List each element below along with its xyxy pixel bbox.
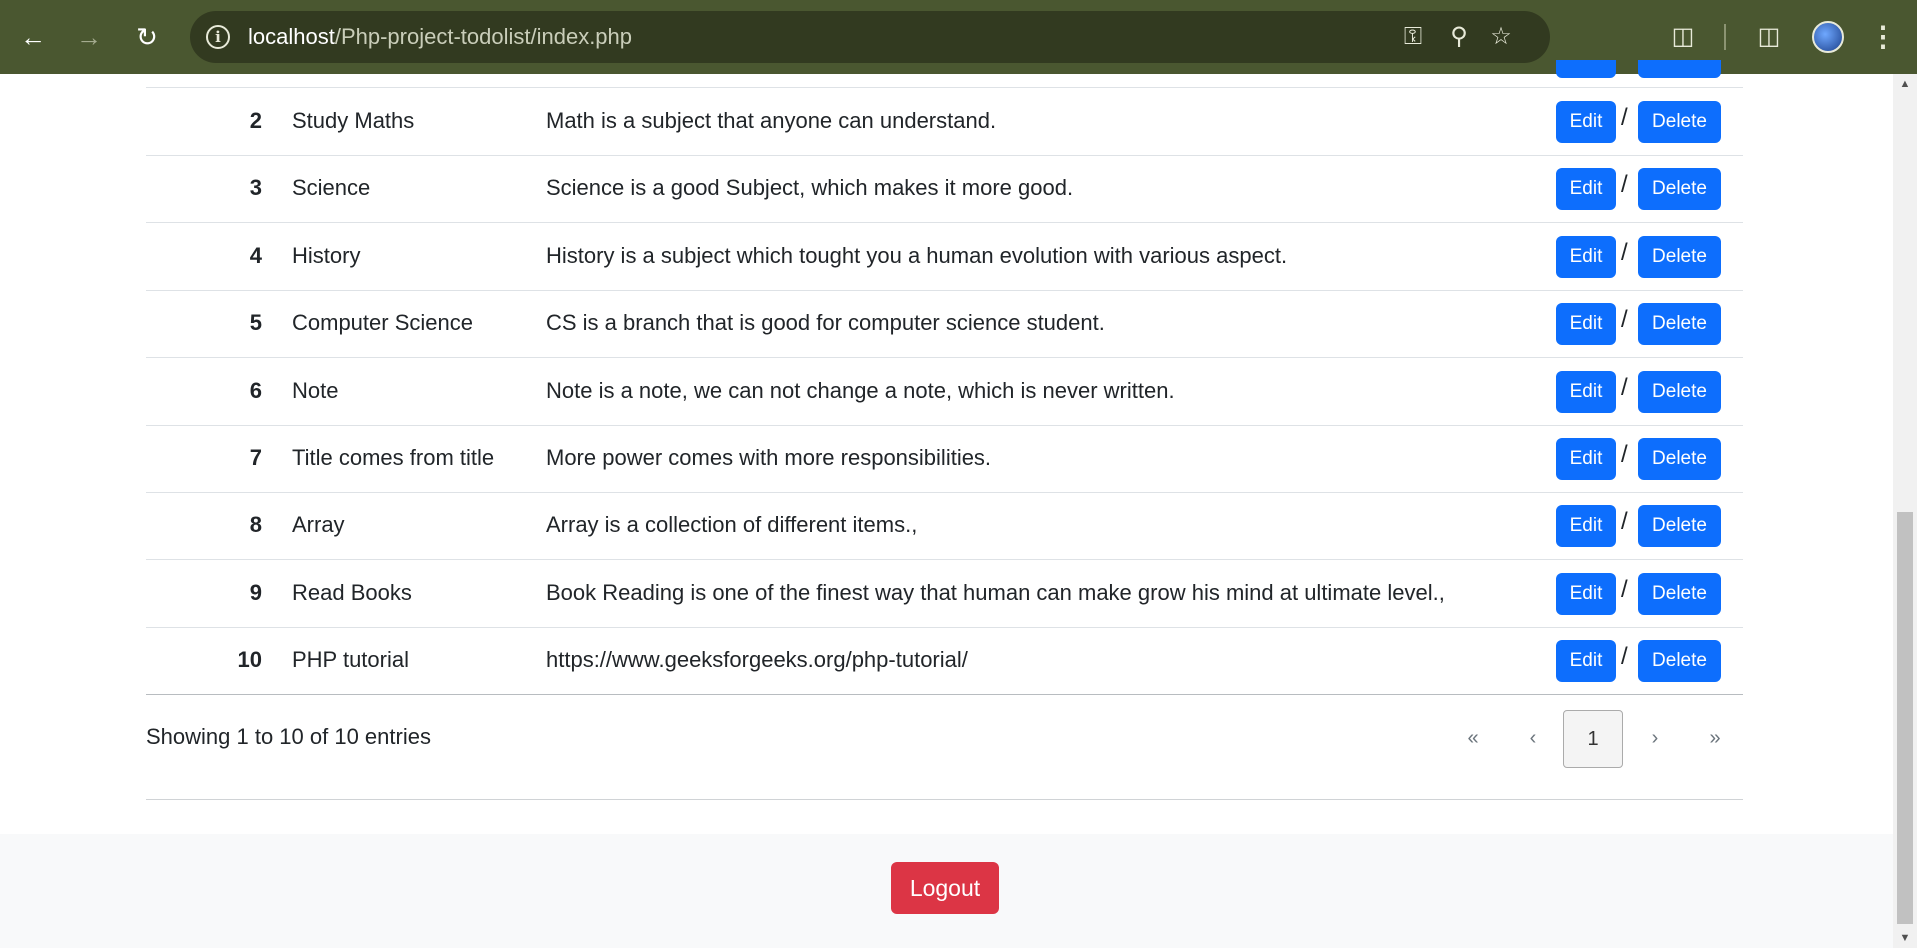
- url-text[interactable]: localhost/Php-project-todolist/index.php: [248, 24, 632, 50]
- row-title: Study Maths: [292, 108, 415, 133]
- pagination-next[interactable]: ›: [1632, 710, 1678, 768]
- row-number: 4: [249, 242, 262, 268]
- section-divider: [146, 799, 1743, 800]
- delete-button[interactable]: Delete: [1638, 168, 1721, 211]
- edit-button[interactable]: Edit: [1556, 168, 1616, 211]
- reload-icon[interactable]: ↻: [130, 18, 164, 56]
- edit-button[interactable]: Edit: [1556, 640, 1616, 683]
- table-row: 4 History History is a subject which tough…: [146, 224, 1743, 291]
- row-title: History: [292, 242, 361, 268]
- row-title: Read Books: [292, 579, 412, 605]
- action-separator: /: [1621, 441, 1628, 468]
- url-host: localhost: [248, 24, 335, 49]
- row-description: Book Reading is one of the finest way th…: [546, 579, 1445, 605]
- table-row: 6 Note Note is a note, we can not change a…: [146, 359, 1743, 426]
- table-row: 3 Science Science is a good Subject, which…: [146, 156, 1743, 224]
- address-bar[interactable]: i localhost/Php-project-todolist/index.p…: [190, 11, 1550, 63]
- scroll-down-arrow-icon[interactable]: ▼: [1893, 928, 1917, 948]
- star-icon[interactable]: ☆: [1486, 23, 1516, 51]
- delete-button[interactable]: Delete: [1638, 101, 1721, 143]
- row-number: 7: [249, 445, 262, 470]
- delete-button[interactable]: Delete: [1638, 505, 1721, 548]
- row-description: Note is a note, we can not change a note…: [546, 377, 1175, 403]
- pagination-page-1[interactable]: 1: [1563, 710, 1623, 768]
- row-description: History is a subject which tought you a …: [546, 242, 1288, 268]
- extensions-icon[interactable]: ◫: [1666, 20, 1700, 54]
- toolbar-divider: [1724, 24, 1726, 50]
- row-number: 6: [249, 377, 262, 403]
- row-number: 3: [249, 175, 262, 201]
- delete-button[interactable]: Delete: [1638, 235, 1721, 278]
- row-number: 5: [249, 310, 262, 336]
- row-number: 2: [249, 108, 262, 133]
- action-separator: /: [1621, 238, 1628, 266]
- back-arrow-icon[interactable]: ←: [16, 18, 50, 56]
- edit-button[interactable]: Edit: [1556, 101, 1616, 143]
- url-path: /Php-project-todolist/index.php: [334, 24, 633, 49]
- key-icon[interactable]: ⚿: [1398, 23, 1428, 51]
- entries-info: Showing 1 to 10 of 10 entries: [146, 724, 431, 749]
- delete-button[interactable]: Delete: [1638, 303, 1721, 346]
- scroll-up-arrow-icon[interactable]: ▲: [1893, 74, 1917, 94]
- delete-button[interactable]: Delete: [1638, 370, 1721, 413]
- pagination-first[interactable]: «: [1450, 710, 1496, 768]
- delete-button-partial[interactable]: [1638, 60, 1721, 78]
- row-title: Title comes from title: [292, 445, 495, 470]
- table-row: 7 Title comes from title More power comes …: [146, 426, 1743, 493]
- edit-button[interactable]: Edit: [1556, 572, 1616, 615]
- browser-toolbar: ← → ↻ i localhost/Php-project-todolist/i…: [0, 0, 1917, 74]
- row-number: 10: [237, 647, 262, 673]
- logout-button[interactable]: Logout: [891, 862, 999, 914]
- row-title: PHP tutorial: [292, 647, 409, 673]
- action-separator: /: [1621, 104, 1628, 131]
- pagination-last[interactable]: »: [1692, 710, 1738, 768]
- action-separator: /: [1621, 508, 1628, 536]
- row-description: CS is a branch that is good for computer…: [546, 310, 1105, 336]
- row-title: Array: [292, 512, 345, 538]
- row-title: Computer Science: [292, 310, 473, 336]
- delete-button[interactable]: Delete: [1638, 640, 1721, 683]
- table-row: 5 Computer Science CS is a branch that is …: [146, 291, 1743, 359]
- zoom-icon[interactable]: ⚲: [1444, 23, 1474, 51]
- table-row: 2 Study Maths Math is a subject that anyon…: [146, 89, 1743, 156]
- action-separator: /: [1621, 306, 1628, 334]
- edit-button[interactable]: Edit: [1556, 235, 1616, 278]
- scrollbar-thumb[interactable]: [1897, 512, 1913, 924]
- table-bottom-border: [146, 694, 1743, 695]
- action-separator: /: [1621, 171, 1628, 199]
- row-description: More power comes with more responsibilit…: [546, 445, 992, 470]
- pagination-prev[interactable]: ‹: [1510, 710, 1556, 768]
- table-row: 10 PHP tutorial https://www.geeksforgeeks.…: [146, 628, 1743, 696]
- edit-button[interactable]: Edit: [1556, 438, 1616, 480]
- row-title: Science: [292, 175, 371, 201]
- row-title: Note: [292, 377, 339, 403]
- row-description: Math is a subject that anyone can unders…: [546, 108, 997, 133]
- edit-button[interactable]: Edit: [1556, 370, 1616, 413]
- row-description: Array is a collection of different items…: [546, 512, 918, 538]
- action-separator: /: [1621, 373, 1628, 401]
- page-content: 2 Study Maths Math is a subject that anyon…: [0, 60, 1893, 948]
- row-description: https://www.geeksforgeeks.org/php-tutori…: [546, 647, 968, 673]
- delete-button[interactable]: Delete: [1638, 572, 1721, 615]
- site-info-icon[interactable]: i: [206, 25, 230, 49]
- edit-button[interactable]: Edit: [1556, 303, 1616, 346]
- side-panel-icon[interactable]: ◫: [1752, 20, 1786, 54]
- row-description: Science is a good Subject, which makes i…: [546, 175, 1074, 201]
- table-row: 9 Read Books Book Reading is one of the fi…: [146, 561, 1743, 628]
- table-row: 8 Array Array is a collection of different…: [146, 493, 1743, 561]
- forward-arrow-icon[interactable]: →: [72, 18, 106, 56]
- menu-kebab-icon[interactable]: ⋮: [1868, 18, 1898, 56]
- edit-button-partial[interactable]: [1556, 60, 1616, 78]
- action-separator: /: [1621, 643, 1628, 671]
- row-number: 8: [249, 512, 262, 538]
- scrollbar[interactable]: ▲ ▼: [1893, 74, 1917, 948]
- profile-avatar[interactable]: [1812, 21, 1844, 53]
- delete-button[interactable]: Delete: [1638, 438, 1721, 480]
- row-number: 9: [249, 579, 262, 605]
- table-row-partial: [146, 60, 1743, 88]
- edit-button[interactable]: Edit: [1556, 505, 1616, 548]
- action-separator: /: [1621, 575, 1628, 603]
